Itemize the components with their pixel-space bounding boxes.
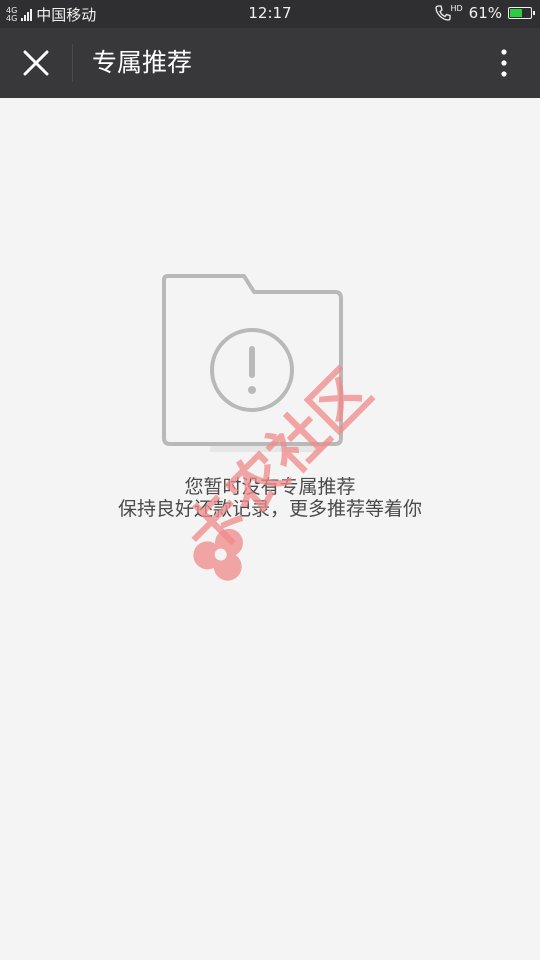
more-vertical-icon [501,49,507,77]
empty-state-line-2: 保持良好还款记录，更多推荐等着你 [117,498,422,520]
app-bar: 专属推荐 [0,28,540,98]
page-title: 专属推荐 [92,48,193,77]
battery-percent: 61% [468,4,502,22]
battery-icon [508,7,535,19]
battery-fill [510,9,522,17]
status-bar: 4G 4G 中国移动 12:17 HD 61% [0,0,540,28]
empty-state-line-1: 您暂时没有专属推荐 [184,476,356,498]
empty-state-message: 您暂时没有专属推荐 保持良好还款记录，更多推荐等着你 [0,476,540,520]
header-divider [72,44,73,82]
empty-folder-warning-icon [162,274,343,452]
hd-label: HD [450,4,463,13]
status-right: HD 61% [434,4,535,22]
phone-hd-icon: HD [434,4,463,22]
main-content: 您暂时没有专属推荐 保持良好还款记录，更多推荐等着你 [0,98,540,960]
close-button[interactable] [14,41,58,85]
more-options-button[interactable] [482,41,526,85]
close-icon [23,50,49,76]
